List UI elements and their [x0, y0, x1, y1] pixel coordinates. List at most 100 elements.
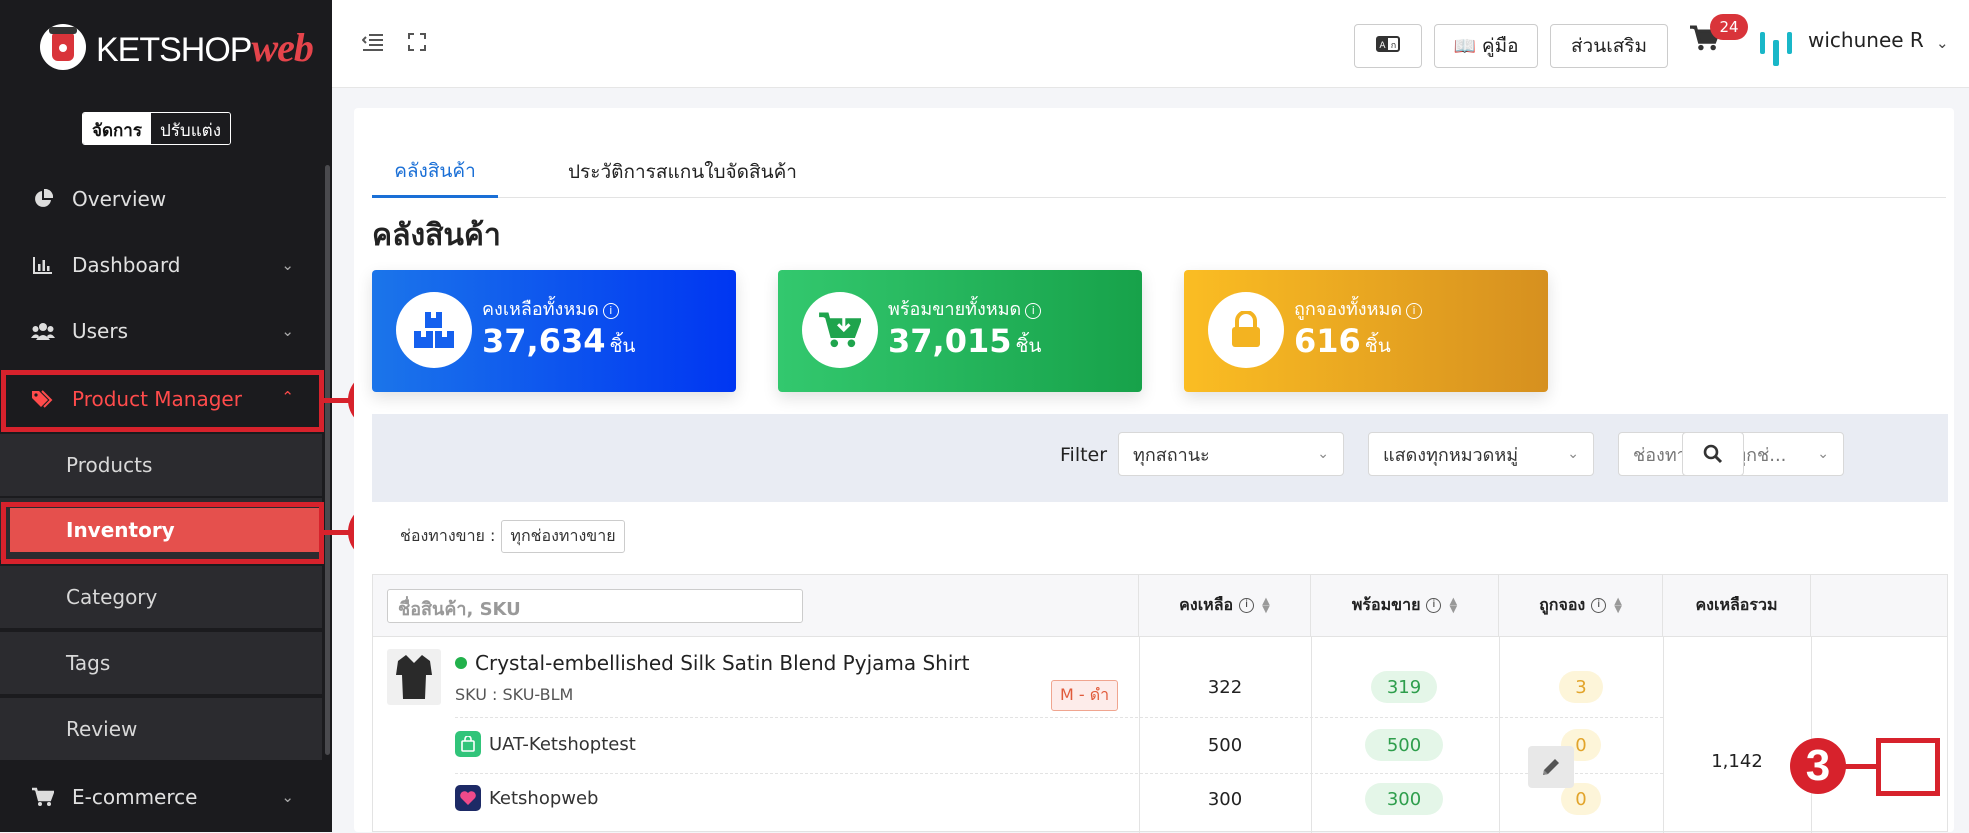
stat-label: พร้อมขายทั้งหมด i [888, 294, 1042, 323]
brand-logo[interactable]: KETSHOPweb [40, 20, 314, 74]
sidebar-item-users[interactable]: Users ⌄ [0, 300, 322, 362]
category-select[interactable]: แสดงทุกหมวดหมู่ ⌄ [1368, 432, 1594, 476]
sort-icon[interactable]: ▲ ▼ [1614, 596, 1622, 614]
product-sku: SKU : SKU-BLM [455, 685, 574, 704]
chevron-down-icon: ⌄ [1317, 446, 1329, 462]
sidebar-item-label: Overview [72, 187, 167, 211]
info-icon[interactable]: i [1591, 598, 1607, 613]
sidebar-subitem-review[interactable]: Review [0, 698, 322, 760]
sidebar-subitem-label: Category [66, 585, 158, 609]
ready-value: 319 [1371, 671, 1437, 703]
table-header-product: ชื่อสินค้า, SKU [373, 575, 1139, 637]
info-icon[interactable]: i [1025, 303, 1042, 319]
annotation-box-1 [1, 370, 324, 432]
users-icon [30, 321, 56, 341]
category-select-value: แสดงทุกหมวดหมู่ [1383, 444, 1519, 466]
boxes-icon [396, 292, 472, 368]
page-title: คลังสินค้า [372, 218, 501, 253]
fullscreen-icon[interactable] [408, 32, 426, 57]
logo-cup-icon [40, 24, 86, 70]
stat-label: ถูกจองทั้งหมด i [1294, 294, 1423, 323]
column-header-ready[interactable]: พร้อมขาย i ▲ ▼ [1311, 575, 1499, 637]
mode-switch: จัดการ ปรับแต่ง [82, 112, 231, 145]
search-button[interactable] [1682, 432, 1744, 476]
reserved-value: 3 [1559, 671, 1603, 703]
pie-chart-icon [30, 189, 56, 209]
sidebar-item-ecommerce[interactable]: E-commerce ⌄ [0, 766, 322, 828]
ready-value: 500 [1365, 729, 1443, 761]
lock-icon [1208, 292, 1284, 368]
filter-label: Filter [1060, 444, 1108, 466]
sort-icon[interactable]: ▲ ▼ [1449, 596, 1457, 614]
info-icon[interactable]: i [1239, 598, 1255, 613]
status-select-value: ทุกสถานะ [1133, 444, 1210, 466]
sidebar-subitem-products[interactable]: Products [0, 434, 322, 496]
info-icon[interactable]: i [602, 303, 619, 319]
ready-value: 300 [1365, 783, 1443, 815]
variant-badge: M - ดำ [1051, 680, 1119, 711]
sidebar-item-label: Dashboard [72, 253, 181, 277]
chevron-down-icon[interactable]: ⌄ [1936, 34, 1949, 52]
info-icon[interactable]: i [1426, 598, 1442, 613]
svg-text:A: A [1379, 41, 1386, 51]
ketshop-icon [455, 785, 481, 811]
bar-chart-icon [30, 255, 56, 275]
sidebar-subitem-label: Tags [66, 651, 111, 675]
stat-value: 37,015 ชิ้น [888, 322, 1042, 360]
manual-label: คู่มือ [1481, 35, 1519, 57]
sidebar-subitem-tags[interactable]: Tags [0, 632, 322, 694]
sidebar-item-label: E-commerce [72, 785, 198, 809]
channel-filter-row: ช่องทางขาย : ทุกช่องทางขาย [400, 520, 625, 553]
pencil-icon [1543, 759, 1559, 775]
sidebar-item-overview[interactable]: Overview [0, 168, 322, 230]
stat-card-ready: พร้อมขายทั้งหมด i 37,015 ชิ้น [778, 270, 1142, 392]
stat-label: คงเหลือทั้งหมด i [482, 294, 619, 323]
manual-button[interactable]: 📖 คู่มือ [1434, 24, 1538, 68]
status-select[interactable]: ทุกสถานะ ⌄ [1118, 432, 1344, 476]
chevron-down-icon: ⌄ [281, 322, 294, 340]
avatar[interactable] [1756, 30, 1798, 66]
column-divider [1311, 637, 1312, 833]
addons-button[interactable]: ส่วนเสริม [1550, 24, 1668, 68]
chevron-down-icon: ⌄ [281, 788, 294, 806]
tab-bar: คลังสินค้า ประวัติการสแกนใบจัดสินค้า [372, 146, 1946, 198]
total-remaining-value: 1,142 [1711, 751, 1763, 772]
column-header-reserved[interactable]: ถูกจอง i ▲ ▼ [1499, 575, 1663, 637]
sidebar-subitem-category[interactable]: Category [0, 566, 322, 628]
menu-collapse-icon[interactable] [361, 32, 384, 57]
product-search-input[interactable]: ชื่อสินค้า, SKU [387, 589, 803, 623]
username[interactable]: wichunee R [1808, 28, 1924, 52]
column-header-remaining[interactable]: คงเหลือ i ▲ ▼ [1139, 575, 1311, 637]
mode-customize-button[interactable]: ปรับแต่ง [150, 113, 230, 144]
mode-manage-button[interactable]: จัดการ [83, 113, 151, 144]
sidebar-subitem-label: Products [66, 453, 153, 477]
main-panel: คลังสินค้า ประวัติการสแกนใบจัดสินค้า คลั… [354, 108, 1954, 833]
sidebar-item-label: Users [72, 319, 129, 343]
sidebar-scrollbar[interactable] [325, 165, 330, 755]
tab-inventory[interactable]: คลังสินค้า [372, 146, 498, 198]
product-name[interactable]: Crystal-embellished Silk Satin Blend Pyj… [455, 651, 969, 675]
chevron-down-icon: ⌄ [1817, 446, 1829, 462]
inventory-table: ชื่อสินค้า, SKU คงเหลือ i ▲ ▼ พร้อมขาย i ▲ ▼… [372, 574, 1948, 833]
info-icon[interactable]: i [1406, 303, 1423, 319]
cart-icon [30, 787, 56, 807]
tab-scan-history[interactable]: ประวัติการสแกนใบจัดสินค้า [568, 146, 797, 198]
stat-value: 37,634 ชิ้น [482, 322, 636, 360]
sidebar-item-dashboard[interactable]: Dashboard ⌄ [0, 234, 322, 296]
remaining-value: 322 [1207, 677, 1243, 698]
product-thumbnail[interactable] [387, 649, 441, 705]
translate-icon: Aก [1376, 35, 1400, 57]
channel-name: UAT-Ketshoptest [455, 731, 636, 757]
channel-filter-chip[interactable]: ทุกช่องทางขาย [501, 520, 625, 553]
annotation-line-2 [324, 530, 350, 535]
channel-name: Ketshopweb [455, 785, 599, 811]
annotation-box-2 [1, 502, 324, 564]
annotation-marker-3: 3 [1790, 738, 1846, 794]
book-icon: 📖 [1453, 35, 1476, 57]
annotation-line-1 [324, 398, 350, 403]
translate-button[interactable]: Aก [1354, 24, 1422, 68]
remaining-value: 500 [1207, 735, 1243, 756]
sort-icon[interactable]: ▲ ▼ [1262, 596, 1270, 614]
column-divider [1811, 637, 1812, 833]
edit-button[interactable] [1528, 746, 1574, 788]
